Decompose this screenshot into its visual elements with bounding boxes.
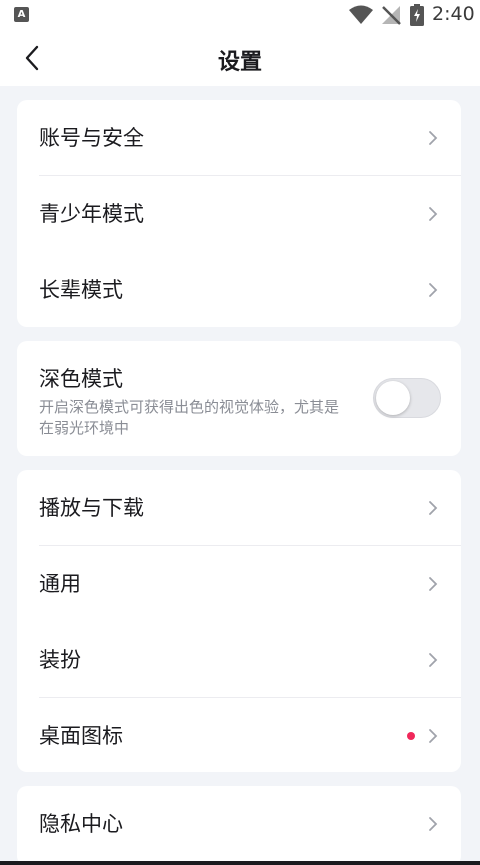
- account-security-row[interactable]: 账号与安全: [17, 100, 461, 176]
- row-label: 通用: [39, 572, 81, 596]
- row-label: 青少年模式: [39, 202, 144, 226]
- row-label: 隐私中心: [39, 812, 123, 836]
- status-time: 2:40: [432, 3, 475, 25]
- row-label: 装扮: [39, 648, 81, 672]
- dark-mode-toggle[interactable]: [373, 378, 441, 418]
- chevron-right-icon: [429, 283, 438, 297]
- row-label: 桌面图标: [39, 724, 123, 748]
- app-notification-icon: A: [14, 7, 29, 22]
- chevron-right-icon: [429, 501, 438, 515]
- dark-mode-description: 开启深色模式可获得出色的视觉体验，尤其是在弱光环境中: [39, 398, 340, 437]
- dark-mode-title: 深色模式: [39, 367, 123, 391]
- toggle-knob: [376, 381, 410, 415]
- status-bar: A 2:40: [0, 0, 480, 30]
- chevron-right-icon: [429, 131, 438, 145]
- teen-mode-row[interactable]: 青少年模式: [17, 176, 461, 252]
- top-nav-bar: 设置: [0, 30, 480, 86]
- chevron-right-icon: [429, 817, 438, 831]
- chevron-right-icon: [429, 207, 438, 221]
- dress-up-row[interactable]: 装扮: [17, 622, 461, 698]
- row-label: 播放与下载: [39, 496, 144, 520]
- chevron-right-icon: [429, 577, 438, 591]
- chevron-right-icon: [429, 729, 438, 743]
- battery-charging-icon: [410, 4, 424, 26]
- wifi-icon: [349, 5, 373, 24]
- row-label: 长辈模式: [39, 278, 123, 302]
- privacy-card: 隐私中心: [17, 786, 461, 865]
- row-label: 账号与安全: [39, 126, 144, 150]
- dark-mode-card: 深色模式 开启深色模式可获得出色的视觉体验，尤其是在弱光环境中: [17, 341, 461, 456]
- account-settings-card: 账号与安全 青少年模式 长辈模式: [17, 100, 461, 327]
- general-row[interactable]: 通用: [17, 546, 461, 622]
- page-title: 设置: [217, 50, 262, 75]
- no-signal-icon: [382, 6, 401, 25]
- screen-bottom-edge: [0, 861, 480, 865]
- playback-download-row[interactable]: 播放与下载: [17, 470, 461, 546]
- red-dot-badge: [407, 732, 415, 740]
- chevron-right-icon: [429, 653, 438, 667]
- desktop-icon-row[interactable]: 桌面图标: [17, 698, 461, 772]
- elder-mode-row[interactable]: 长辈模式: [17, 252, 461, 327]
- privacy-center-row[interactable]: 隐私中心: [17, 786, 461, 862]
- general-settings-card: 播放与下载 通用 装扮 桌面图标: [17, 470, 461, 772]
